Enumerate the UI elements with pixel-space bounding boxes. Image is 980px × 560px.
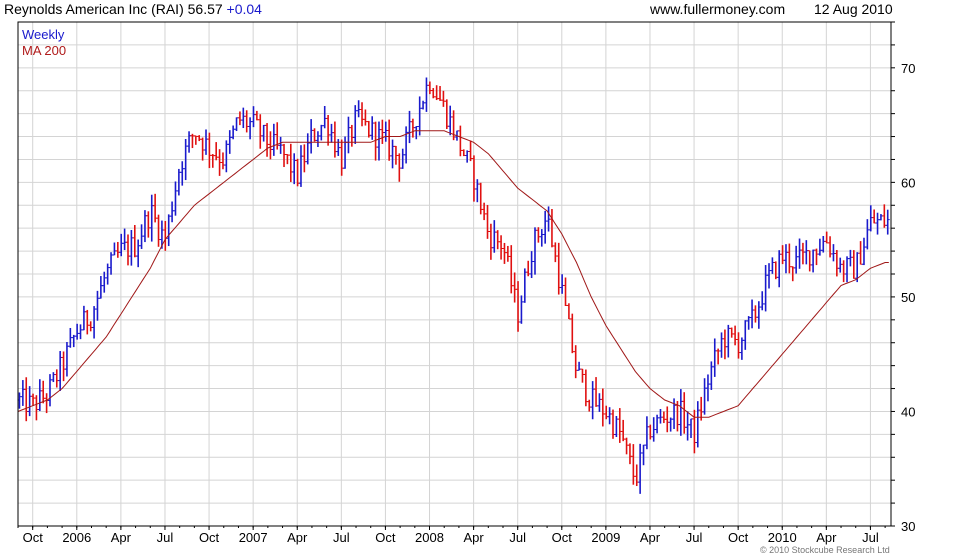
x-tick-label: Jul	[862, 530, 879, 545]
price-chart: 3040506070 Oct 2006 Apr Jul Oct 2007 Apr Jul Oct…	[17, 21, 915, 545]
x-tick-label: 2009	[591, 530, 620, 545]
price-change: +0.04	[226, 1, 262, 17]
x-tick-label: 2006	[62, 530, 91, 545]
x-tick-label: Apr	[640, 530, 661, 545]
x-tick-label: 2007	[239, 530, 268, 545]
title-text: Reynolds American Inc (RAI) 56.57	[4, 1, 223, 17]
x-tick-label: Oct	[728, 530, 749, 545]
legend-weekly: Weekly	[22, 27, 65, 42]
x-tick-label: 2010	[768, 530, 797, 545]
y-tick-label: 40	[901, 404, 915, 419]
x-tick-label: Apr	[111, 530, 132, 545]
x-tick-label: Oct	[23, 530, 44, 545]
x-tick-label: Oct	[375, 530, 396, 545]
x-tick-label: Apr	[287, 530, 308, 545]
x-tick-label: Oct	[199, 530, 220, 545]
chart-date: 12 Aug 2010	[814, 1, 893, 17]
x-tick-label: Jul	[333, 530, 350, 545]
x-tick-label: 2008	[415, 530, 444, 545]
x-tick-label: Apr	[463, 530, 484, 545]
y-tick-label: 30	[901, 519, 915, 534]
x-tick-label: Jul	[509, 530, 526, 545]
x-tick-label: Oct	[552, 530, 573, 545]
x-tick-label: Jul	[686, 530, 703, 545]
chart-title: Reynolds American Inc (RAI) 56.57 +0.04	[4, 1, 262, 17]
y-axis: 30 40 50 60 70	[891, 21, 915, 534]
y-tick-label: 70	[901, 61, 915, 76]
y-tick-label: 60	[901, 175, 915, 190]
copyright-note: © 2010 Stockcube Research Ltd	[760, 545, 890, 555]
gridlines	[18, 21, 891, 527]
y-tick-label: 50	[901, 290, 915, 305]
x-tick-label: Jul	[157, 530, 174, 545]
weekly-price-bars	[17, 77, 890, 494]
x-axis: Oct 2006 Apr Jul Oct 2007 Apr Jul Oct 2008 Apr Jul O…	[17, 526, 886, 545]
legend-ma-200: MA 200	[22, 43, 67, 58]
source-site: www.fullermoney.com	[650, 1, 786, 17]
x-tick-label: Apr	[816, 530, 837, 545]
